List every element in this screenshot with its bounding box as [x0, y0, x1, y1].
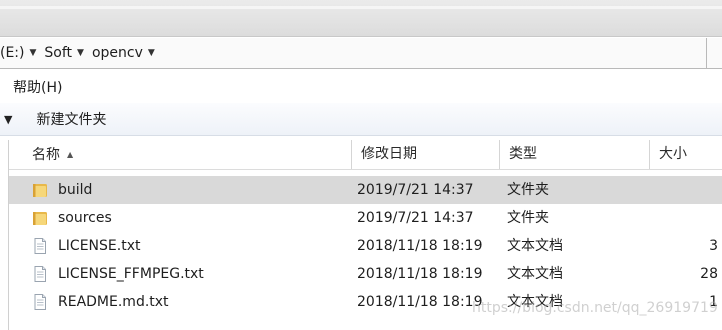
column-header-name[interactable]: 名称 ▲: [23, 140, 352, 169]
column-header-size[interactable]: 大小: [650, 140, 722, 169]
file-type: 文本文档: [507, 238, 563, 254]
breadcrumb-opencv-label: opencv: [91, 45, 143, 61]
breadcrumb-arrow-icon[interactable]: ▼: [30, 48, 37, 58]
file-name: LICENSE_FFMPEG.txt: [58, 266, 204, 282]
organize-dropdown-icon[interactable]: ▼: [4, 113, 12, 126]
text-file-icon: [34, 294, 46, 310]
file-date: 2019/7/21 14:37: [357, 210, 474, 226]
menu-bar: 帮助(H): [0, 72, 722, 102]
text-file-icon: [34, 238, 46, 254]
command-toolbar: ▼ 新建文件夹: [0, 103, 722, 136]
column-header-date[interactable]: 修改日期: [352, 140, 500, 169]
breadcrumb-arrow-icon[interactable]: ▼: [77, 48, 84, 58]
file-name: README.md.txt: [58, 294, 169, 310]
navigation-pane-edge: [0, 140, 9, 330]
address-bar-divider: [706, 38, 707, 68]
file-row[interactable]: LICENSE.txt 2018/11/18 18:19 文本文档 3: [9, 232, 722, 260]
file-date: 2018/11/18 18:19: [357, 294, 483, 310]
file-row[interactable]: LICENSE_FFMPEG.txt 2018/11/18 18:19 文本文档…: [9, 260, 722, 288]
column-header-size-label: 大小: [659, 146, 687, 162]
address-bar[interactable]: (E:) ▼ Soft ▼ opencv ▼: [0, 38, 722, 69]
window-title-bar: [0, 0, 722, 37]
watermark-text: https://blog.csdn.net/qq_26919719: [472, 300, 718, 316]
file-date: 2019/7/21 14:37: [357, 182, 474, 198]
file-size: 28: [700, 266, 718, 282]
breadcrumb-arrow-icon[interactable]: ▼: [148, 48, 155, 58]
file-row[interactable]: build 2019/7/21 14:37 文件夹: [9, 176, 722, 204]
file-type: 文件夹: [507, 210, 549, 226]
column-header-type-label: 类型: [509, 146, 537, 162]
file-type: 文件夹: [507, 182, 549, 198]
folder-icon: [33, 212, 47, 225]
text-file-icon: [34, 266, 46, 282]
file-row[interactable]: sources 2019/7/21 14:37 文件夹: [9, 204, 722, 232]
breadcrumb-soft-label: Soft: [44, 45, 73, 61]
title-bar-highlight: [0, 6, 722, 9]
breadcrumb-opencv[interactable]: opencv ▼: [92, 45, 163, 61]
breadcrumb-drive-label: (E:): [0, 45, 25, 61]
file-size: 3: [709, 238, 718, 254]
file-date: 2018/11/18 18:19: [357, 238, 483, 254]
file-type: 文本文档: [507, 266, 563, 282]
file-date: 2018/11/18 18:19: [357, 266, 483, 282]
breadcrumb-drive[interactable]: (E:) ▼: [0, 45, 44, 61]
column-header-date-label: 修改日期: [361, 146, 417, 162]
file-name: LICENSE.txt: [58, 238, 141, 254]
menu-help[interactable]: 帮助(H): [13, 77, 62, 97]
folder-icon: [33, 184, 47, 197]
column-header-name-label: 名称: [32, 147, 60, 163]
file-name: build: [58, 182, 93, 198]
new-folder-button[interactable]: 新建文件夹: [36, 109, 106, 129]
file-name: sources: [58, 210, 112, 226]
file-list: build 2019/7/21 14:37 文件夹 sources 2019/7…: [9, 176, 722, 316]
sort-ascending-icon: ▲: [67, 150, 74, 159]
breadcrumb-soft[interactable]: Soft ▼: [44, 45, 92, 61]
column-header-type[interactable]: 类型: [500, 140, 650, 169]
column-header: 名称 ▲ 修改日期 类型 大小: [9, 140, 722, 170]
